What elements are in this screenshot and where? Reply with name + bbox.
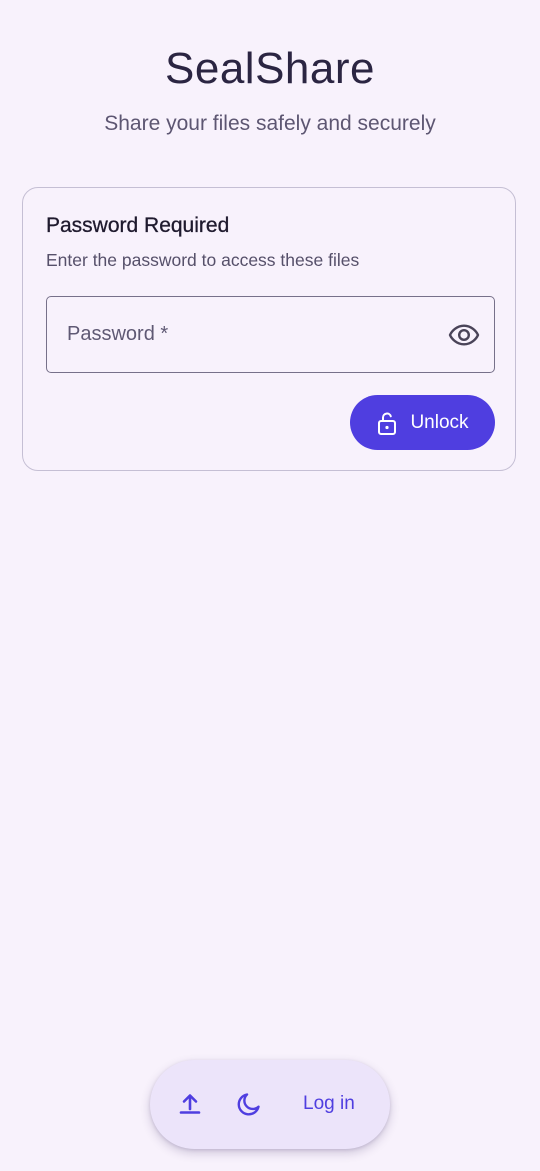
app-subtitle: Share your files safely and securely bbox=[104, 112, 436, 135]
eye-icon[interactable] bbox=[448, 319, 480, 351]
lock-open-icon bbox=[376, 411, 398, 435]
card-title: Password Required bbox=[46, 214, 230, 237]
card-description: Enter the password to access these files bbox=[46, 250, 360, 270]
unlock-button[interactable]: Unlock bbox=[350, 395, 495, 450]
password-field[interactable] bbox=[46, 296, 495, 373]
bottom-action-bar: Log in bbox=[150, 1060, 390, 1149]
password-input[interactable] bbox=[67, 297, 427, 371]
upload-icon[interactable] bbox=[174, 1088, 206, 1120]
password-card: Password Required Enter the password to … bbox=[22, 187, 516, 471]
moon-icon[interactable] bbox=[233, 1088, 265, 1120]
app-title: SealShare bbox=[165, 44, 375, 93]
login-link[interactable]: Log in bbox=[303, 1093, 355, 1115]
unlock-label: Unlock bbox=[410, 411, 469, 433]
